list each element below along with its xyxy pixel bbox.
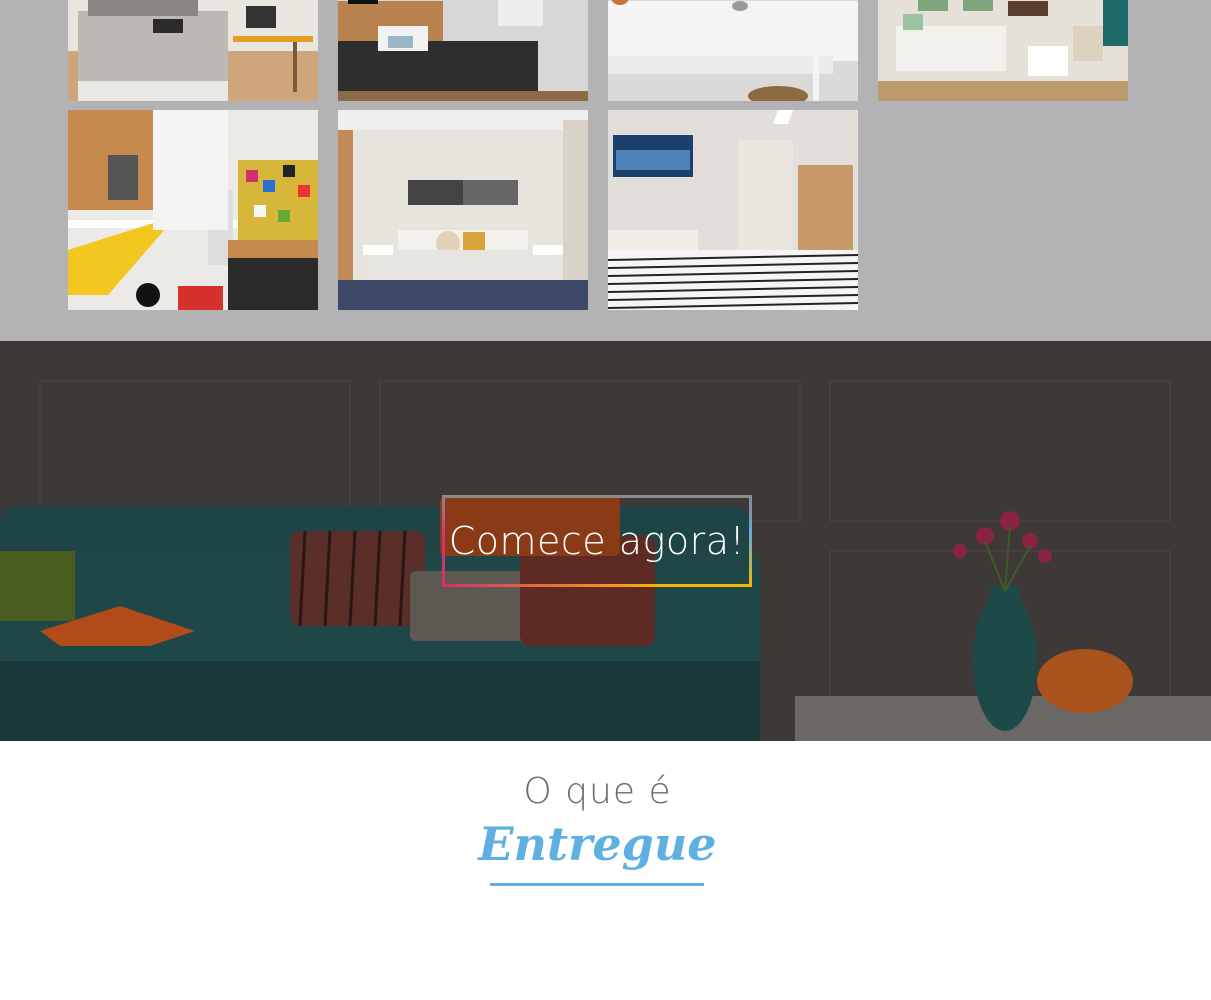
start-now-button-label: Comece agora!: [448, 519, 746, 563]
cta-border-right: [749, 495, 752, 587]
title-underline: [490, 883, 704, 886]
section-title: Entregue: [478, 817, 717, 871]
what-is-section: O que é Entregue: [0, 741, 1211, 1000]
bathroom-sink-icon: [608, 0, 858, 101]
gallery-item-living-room[interactable]: [878, 0, 1128, 101]
cta-border-left: [442, 495, 445, 587]
cta-border-bottom: [442, 584, 752, 587]
bedroom-with-desk-icon: [68, 0, 318, 101]
project-gallery: [0, 0, 1211, 341]
bedroom-dark-bedspread-icon: [338, 0, 588, 101]
gallery-item-bedroom-desk[interactable]: [68, 0, 318, 101]
gallery-item-bedroom-navy[interactable]: [338, 110, 588, 310]
gallery-item-bedroom-dark[interactable]: [338, 0, 588, 101]
gallery-item-bathroom[interactable]: [608, 0, 858, 101]
section-pretitle: O que é: [523, 771, 672, 812]
start-now-button[interactable]: Comece agora!: [442, 495, 752, 587]
living-room-icon: [878, 0, 1128, 101]
kitchen-colorful-tiles-icon: [68, 110, 318, 310]
bedroom-striped-bedding-icon: [608, 110, 858, 310]
gallery-item-kitchen[interactable]: [68, 110, 318, 310]
gallery-item-bedroom-striped[interactable]: [608, 110, 858, 310]
bedroom-navy-blanket-icon: [338, 110, 588, 310]
